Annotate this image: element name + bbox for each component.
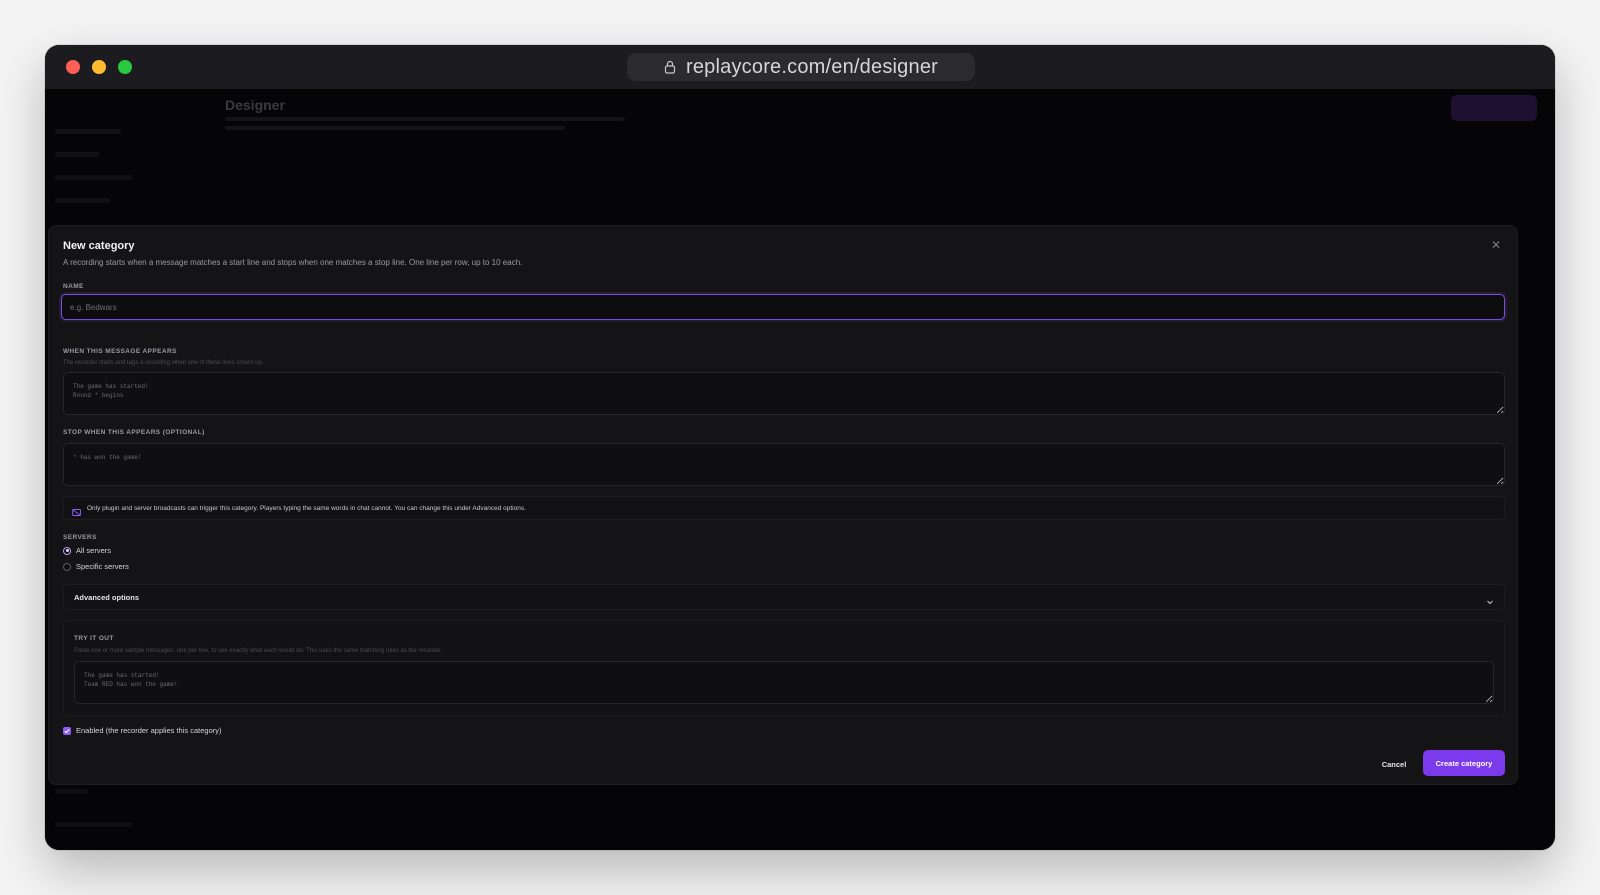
chevron-down-icon bbox=[1486, 593, 1494, 605]
minimize-window-button[interactable] bbox=[92, 60, 106, 74]
browser-titlebar: replaycore.com/en/designer bbox=[45, 45, 1555, 89]
try-label: TRY IT OUT bbox=[74, 635, 114, 642]
name-input[interactable] bbox=[61, 294, 1505, 320]
servers-label: SERVERS bbox=[63, 534, 97, 541]
try-hint: Paste one or more sample messages, one p… bbox=[74, 648, 443, 654]
cancel-button[interactable]: Cancel bbox=[1371, 752, 1417, 776]
sample-messages-textarea[interactable] bbox=[74, 661, 1494, 704]
close-window-button[interactable] bbox=[66, 60, 80, 74]
close-icon[interactable]: ✕ bbox=[1491, 238, 1501, 252]
background-app: Designer ✕ New category A recording star… bbox=[45, 89, 1555, 850]
enabled-checkbox-row[interactable]: Enabled (the recorder applies this categ… bbox=[63, 726, 222, 735]
trigger-notice: Only plugin and server broadcasts can tr… bbox=[63, 496, 1505, 520]
name-label: NAME bbox=[63, 283, 84, 290]
broadcast-icon bbox=[72, 504, 81, 516]
advanced-options-label: Advanced options bbox=[74, 592, 140, 602]
dialog-title: New category bbox=[63, 240, 135, 252]
stop-lines-textarea[interactable] bbox=[63, 443, 1505, 486]
start-label: WHEN THIS MESSAGE APPEARS bbox=[63, 348, 177, 355]
new-category-dialog: ✕ New category A recording starts when a… bbox=[48, 225, 1518, 785]
maximize-window-button[interactable] bbox=[118, 60, 132, 74]
enabled-checkbox[interactable] bbox=[63, 726, 71, 735]
notice-text: Only plugin and server broadcasts can tr… bbox=[87, 504, 526, 512]
radio-specific-servers[interactable]: Specific servers bbox=[63, 562, 129, 571]
background-subtitle-placeholder bbox=[225, 117, 625, 135]
background-page-title: Designer bbox=[225, 97, 285, 113]
radio-label: All servers bbox=[76, 546, 112, 555]
stop-label: STOP WHEN THIS APPEARS (OPTIONAL) bbox=[63, 429, 205, 436]
radio-button[interactable] bbox=[63, 562, 71, 571]
radio-label: Specific servers bbox=[76, 562, 129, 571]
start-hint: The recorder starts and tags a recording… bbox=[63, 360, 264, 366]
enabled-label: Enabled (the recorder applies this categ… bbox=[76, 726, 222, 735]
radio-button-checked[interactable] bbox=[63, 546, 71, 555]
dialog-description: A recording starts when a message matche… bbox=[63, 258, 523, 267]
start-lines-textarea[interactable] bbox=[63, 372, 1505, 415]
url-text: replaycore.com/en/designer bbox=[686, 55, 938, 78]
create-category-button[interactable]: Create category bbox=[1423, 750, 1505, 776]
radio-all-servers[interactable]: All servers bbox=[63, 546, 111, 555]
background-sidebar-bottom bbox=[55, 789, 165, 850]
browser-window: replaycore.com/en/designer Designer ✕ Ne… bbox=[45, 45, 1555, 850]
background-action-button bbox=[1451, 95, 1537, 121]
lock-icon bbox=[664, 60, 676, 74]
background-sidebar bbox=[55, 129, 165, 221]
address-bar[interactable]: replaycore.com/en/designer bbox=[627, 53, 975, 81]
try-it-out-panel: TRY IT OUT Paste one or more sample mess… bbox=[63, 620, 1505, 716]
advanced-options-toggle[interactable]: Advanced options bbox=[63, 584, 1505, 610]
